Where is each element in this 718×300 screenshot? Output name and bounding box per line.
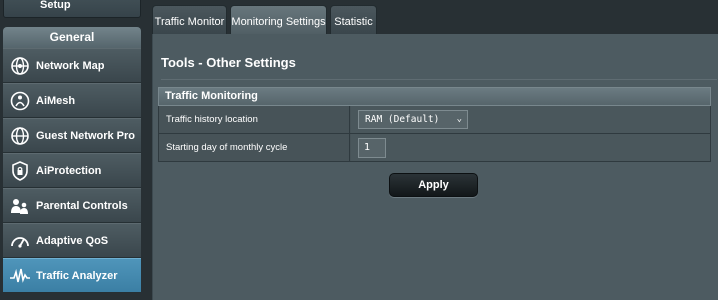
sidebar-menu: Network Map AiMesh Guest Network Pro AiP… xyxy=(3,48,141,293)
sidebar-item-label: Adaptive QoS xyxy=(36,235,109,247)
sidebar-item-label: Traffic Analyzer xyxy=(36,270,118,282)
aimesh-icon xyxy=(9,91,31,111)
sidebar-section-title: General xyxy=(3,27,141,48)
page-title: Tools - Other Settings xyxy=(161,55,296,70)
sidebar-item-traffic-analyzer[interactable]: Traffic Analyzer xyxy=(3,258,141,293)
apply-button[interactable]: Apply xyxy=(389,173,478,197)
select-value: RAM (Default) xyxy=(365,114,440,125)
sidebar-item-adaptive-qos[interactable]: Adaptive QoS xyxy=(3,223,141,258)
tab-traffic-monitor[interactable]: Traffic Monitor xyxy=(152,5,227,34)
sidebar-item-label: Guest Network Pro xyxy=(36,130,136,142)
sidebar-item-label: Parental Controls xyxy=(36,200,128,212)
adaptive-qos-icon xyxy=(9,231,31,251)
sidebar-item-setup[interactable]: Setup xyxy=(3,0,141,18)
sidebar-item-label: AiProtection xyxy=(36,165,102,177)
monthly-cycle-day-input[interactable]: 1 xyxy=(358,138,386,158)
divider xyxy=(161,79,717,80)
guest-network-icon xyxy=(9,126,31,146)
sidebar-item-aimesh[interactable]: AiMesh xyxy=(3,83,141,118)
aiprotection-icon xyxy=(9,161,31,181)
chevron-down-icon: ⌄ xyxy=(456,114,462,124)
section-header: Traffic Monitoring xyxy=(158,87,711,106)
tab-monitoring-settings[interactable]: Monitoring Settings xyxy=(230,5,327,34)
table-row: Traffic history location RAM (Default) ⌄ xyxy=(158,106,711,134)
history-location-select[interactable]: RAM (Default) ⌄ xyxy=(358,110,468,129)
sidebar-item-guest-network-pro[interactable]: Guest Network Pro xyxy=(3,118,141,153)
row-value-cell: 1 xyxy=(351,134,710,161)
row-label: Traffic history location xyxy=(159,106,350,133)
network-map-icon xyxy=(9,56,31,76)
traffic-analyzer-icon xyxy=(9,266,31,286)
sidebar-item-aiprotection[interactable]: AiProtection xyxy=(3,153,141,188)
sidebar-item-label: Setup xyxy=(40,0,71,11)
row-label: Starting day of monthly cycle xyxy=(159,134,350,161)
sidebar-item-label: Network Map xyxy=(36,60,105,72)
tab-statistic[interactable]: Statistic xyxy=(330,5,377,34)
table-row: Starting day of monthly cycle 1 xyxy=(158,134,711,162)
sidebar-item-label: AiMesh xyxy=(36,95,76,107)
sidebar: Setup General Network Map AiMesh Guest N… xyxy=(0,0,148,300)
sidebar-item-parental-controls[interactable]: Parental Controls xyxy=(3,188,141,223)
main-panel: Tools - Other Settings Traffic Monitorin… xyxy=(152,34,718,300)
router-admin-page: Setup General Network Map AiMesh Guest N… xyxy=(0,0,718,300)
row-value-cell: RAM (Default) ⌄ xyxy=(351,106,710,133)
settings-table: Traffic Monitoring Traffic history locat… xyxy=(158,87,711,162)
parental-controls-icon xyxy=(9,196,31,216)
sidebar-item-network-map[interactable]: Network Map xyxy=(3,48,141,83)
